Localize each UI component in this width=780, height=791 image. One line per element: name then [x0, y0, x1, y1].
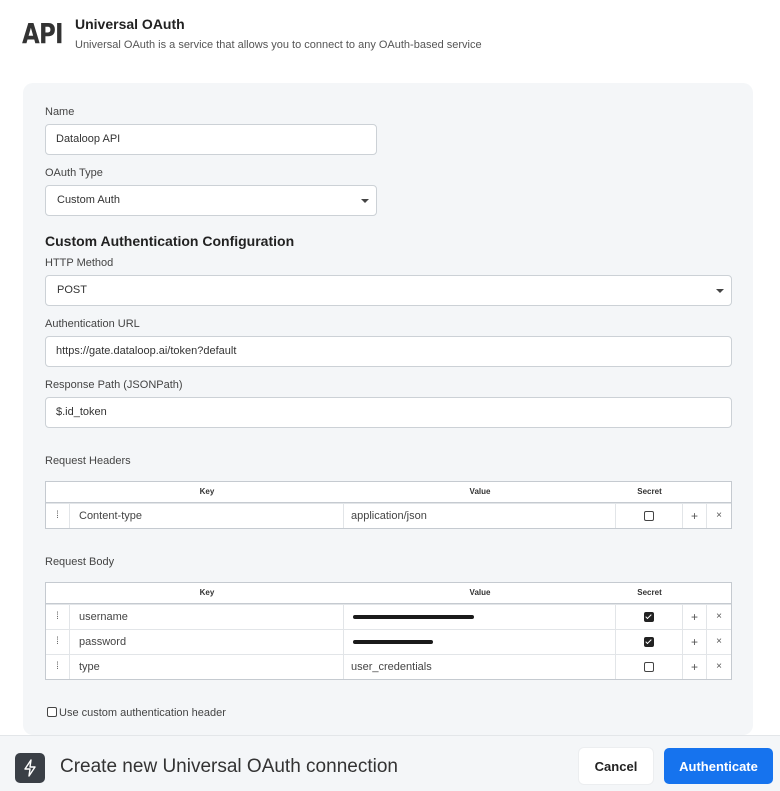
add-row-icon[interactable]: +: [683, 655, 707, 679]
request-headers-label: Request Headers: [45, 455, 131, 467]
row-value-input[interactable]: [344, 605, 616, 629]
remove-row-icon[interactable]: ×: [707, 504, 731, 528]
oauth-type-label: OAuth Type: [45, 167, 103, 179]
drag-handle-icon[interactable]: ⁞: [46, 605, 70, 629]
table-row: ⁞ username + ×: [46, 604, 731, 629]
request-body-table: Key Value Secret ⁞ username + × ⁞ password + × ⁞…: [45, 582, 732, 680]
table-header-row: Key Value Secret: [46, 583, 731, 604]
app-description: Universal OAuth is a service that allows…: [75, 39, 482, 51]
lightning-bolt-icon: [15, 753, 45, 783]
auth-url-input[interactable]: https://gate.dataloop.ai/token?default: [45, 336, 732, 367]
request-headers-table: Key Value Secret ⁞ Content-type applicatio…: [45, 481, 732, 529]
secret-checkbox[interactable]: [644, 511, 654, 521]
table-row: ⁞ type user_credentials + ×: [46, 654, 731, 679]
secret-checkbox[interactable]: [644, 662, 654, 672]
secret-column-header: Secret: [637, 588, 662, 597]
add-row-icon[interactable]: +: [683, 630, 707, 654]
secret-checkbox[interactable]: [644, 612, 654, 622]
row-value-input[interactable]: user_credentials: [344, 655, 616, 679]
remove-row-icon[interactable]: ×: [707, 630, 731, 654]
chevron-down-icon: [361, 199, 369, 203]
row-value-input[interactable]: application/json: [344, 504, 616, 528]
drag-handle-icon[interactable]: ⁞: [46, 655, 70, 679]
footer-bar: Create new Universal OAuth connection Ca…: [0, 735, 780, 791]
table-row: ⁞ Content-type application/json + ×: [46, 503, 731, 528]
app-title: Universal OAuth: [75, 16, 185, 32]
http-method-select[interactable]: POST: [45, 275, 732, 306]
secret-checkbox[interactable]: [644, 637, 654, 647]
authenticate-button[interactable]: Authenticate: [664, 748, 773, 784]
page-header: API Universal OAuth Universal OAuth is a…: [0, 0, 780, 80]
add-row-icon[interactable]: +: [683, 605, 707, 629]
chevron-down-icon: [716, 289, 724, 293]
custom-auth-header-label: Use custom authentication header: [59, 707, 226, 719]
name-label: Name: [45, 106, 75, 118]
row-secret-cell: [616, 504, 683, 528]
response-path-input[interactable]: $.id_token: [45, 397, 732, 428]
oauth-type-select[interactable]: Custom Auth: [45, 185, 377, 216]
custom-auth-header-checkbox[interactable]: [47, 707, 57, 717]
http-method-value: POST: [57, 284, 87, 296]
oauth-type-value: Custom Auth: [57, 194, 120, 206]
table-header-row: Key Value Secret: [46, 482, 731, 503]
remove-row-icon[interactable]: ×: [707, 655, 731, 679]
response-path-label: Response Path (JSONPath): [45, 379, 183, 391]
api-logo: API: [22, 17, 63, 50]
request-body-label: Request Body: [45, 556, 115, 568]
name-input[interactable]: Dataloop API: [45, 124, 377, 155]
value-column-header: Value: [469, 487, 491, 496]
table-row: ⁞ password + ×: [46, 629, 731, 654]
key-column-header: Key: [199, 487, 215, 496]
row-secret-cell: [616, 630, 683, 654]
section-title: Custom Authentication Configuration: [45, 233, 295, 249]
secret-column-header: Secret: [637, 487, 662, 496]
redacted-value-mark: [353, 640, 433, 644]
row-key-input[interactable]: username: [70, 605, 344, 629]
key-column-header: Key: [199, 588, 215, 597]
row-secret-cell: [616, 605, 683, 629]
row-value-text: user_credentials: [351, 661, 432, 673]
drag-handle-icon[interactable]: ⁞: [46, 630, 70, 654]
drag-handle-icon[interactable]: ⁞: [46, 504, 70, 528]
row-key-input[interactable]: Content-type: [70, 504, 344, 528]
redacted-value-mark: [353, 615, 474, 619]
footer-title: Create new Universal OAuth connection: [60, 756, 398, 777]
row-value-input[interactable]: [344, 630, 616, 654]
remove-row-icon[interactable]: ×: [707, 605, 731, 629]
cancel-button[interactable]: Cancel: [579, 748, 653, 784]
row-key-input[interactable]: type: [70, 655, 344, 679]
custom-auth-header-option[interactable]: Use custom authentication header: [47, 707, 226, 719]
auth-url-label: Authentication URL: [45, 318, 140, 330]
value-column-header: Value: [469, 588, 491, 597]
row-secret-cell: [616, 655, 683, 679]
row-key-input[interactable]: password: [70, 630, 344, 654]
http-method-label: HTTP Method: [45, 257, 114, 269]
row-value-text: application/json: [351, 510, 427, 522]
add-row-icon[interactable]: +: [683, 504, 707, 528]
